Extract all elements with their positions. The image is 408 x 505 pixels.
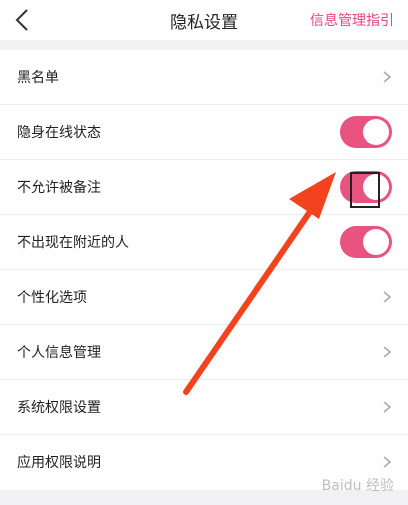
settings-list: 黑名单 隐身在线状态 不允许被备注 不出现在附近的人 个性化选项 个人信息管理 (0, 50, 408, 490)
toggle-knob (363, 174, 389, 200)
back-arrow-icon[interactable] (8, 6, 36, 34)
settings-item-label: 个性化选项 (17, 290, 87, 306)
bottom-spacer (0, 490, 408, 505)
settings-item-system-permissions[interactable]: 系统权限设置 (0, 380, 408, 435)
chevron-right-icon (383, 456, 392, 468)
disallow-remark-toggle[interactable] (340, 171, 392, 203)
settings-item-label: 系统权限设置 (17, 400, 101, 416)
settings-item-label: 黑名单 (17, 70, 59, 86)
settings-item-label: 隐身在线状态 (17, 125, 101, 141)
settings-item-personal-info[interactable]: 个人信息管理 (0, 325, 408, 380)
settings-item-label: 个人信息管理 (17, 345, 101, 361)
settings-item-blacklist[interactable]: 黑名单 (0, 50, 408, 105)
settings-item-label: 应用权限说明 (17, 455, 101, 471)
settings-item-hide-from-nearby: 不出现在附近的人 (0, 215, 408, 270)
toggle-knob (363, 119, 389, 145)
section-divider (0, 40, 408, 50)
header-bar: 隐私设置 信息管理指引 (0, 0, 408, 40)
toggle-knob (363, 229, 389, 255)
settings-item-personalization[interactable]: 个性化选项 (0, 270, 408, 325)
settings-item-app-permissions[interactable]: 应用权限说明 (0, 435, 408, 490)
invisible-online-toggle[interactable] (340, 116, 392, 148)
info-management-guide-link[interactable]: 信息管理指引 (310, 10, 394, 30)
settings-item-label: 不允许被备注 (17, 180, 101, 196)
settings-item-invisible-online: 隐身在线状态 (0, 105, 408, 160)
chevron-right-icon (383, 71, 392, 83)
settings-item-label: 不出现在附近的人 (17, 235, 129, 251)
chevron-right-icon (383, 401, 392, 413)
chevron-right-icon (383, 291, 392, 303)
settings-item-disallow-remark: 不允许被备注 (0, 160, 408, 215)
hide-from-nearby-toggle[interactable] (340, 226, 392, 258)
chevron-right-icon (383, 346, 392, 358)
